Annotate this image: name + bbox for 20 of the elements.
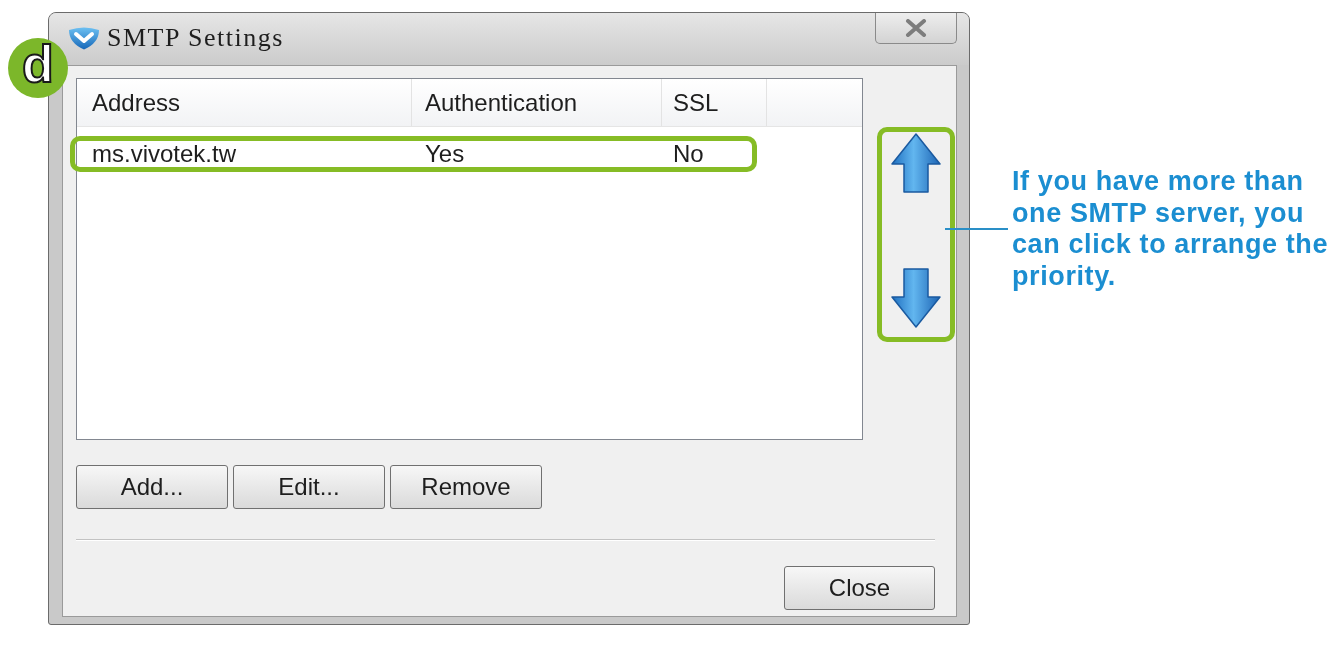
remove-button[interactable]: Remove bbox=[390, 465, 542, 509]
step-badge: d bbox=[8, 38, 68, 98]
table-cell-text: ms.vivotek.tw bbox=[91, 141, 238, 167]
table-cell-text: Yes bbox=[424, 141, 466, 167]
window-close-button[interactable] bbox=[875, 13, 957, 44]
window-title: SMTP Settings bbox=[107, 23, 284, 53]
column-header[interactable]: Authentication bbox=[412, 79, 662, 126]
column-header[interactable]: Address bbox=[77, 79, 412, 126]
close-icon bbox=[905, 19, 927, 37]
table-cell-text: No bbox=[672, 141, 705, 167]
leader-line bbox=[945, 228, 1008, 230]
table-row[interactable]: ms.vivotek.tw Yes No bbox=[70, 136, 757, 172]
close-button[interactable]: Close bbox=[784, 566, 935, 610]
column-header[interactable]: SSL bbox=[662, 79, 767, 126]
edit-button[interactable]: Edit... bbox=[233, 465, 385, 509]
chevron-shield-icon bbox=[68, 26, 100, 50]
up-arrow-icon[interactable] bbox=[891, 133, 941, 193]
add-button[interactable]: Add... bbox=[76, 465, 228, 509]
down-arrow-icon[interactable] bbox=[891, 268, 941, 328]
callout-text: If you have more than one SMTP server, you can click to arrange the priority. bbox=[1012, 166, 1329, 292]
